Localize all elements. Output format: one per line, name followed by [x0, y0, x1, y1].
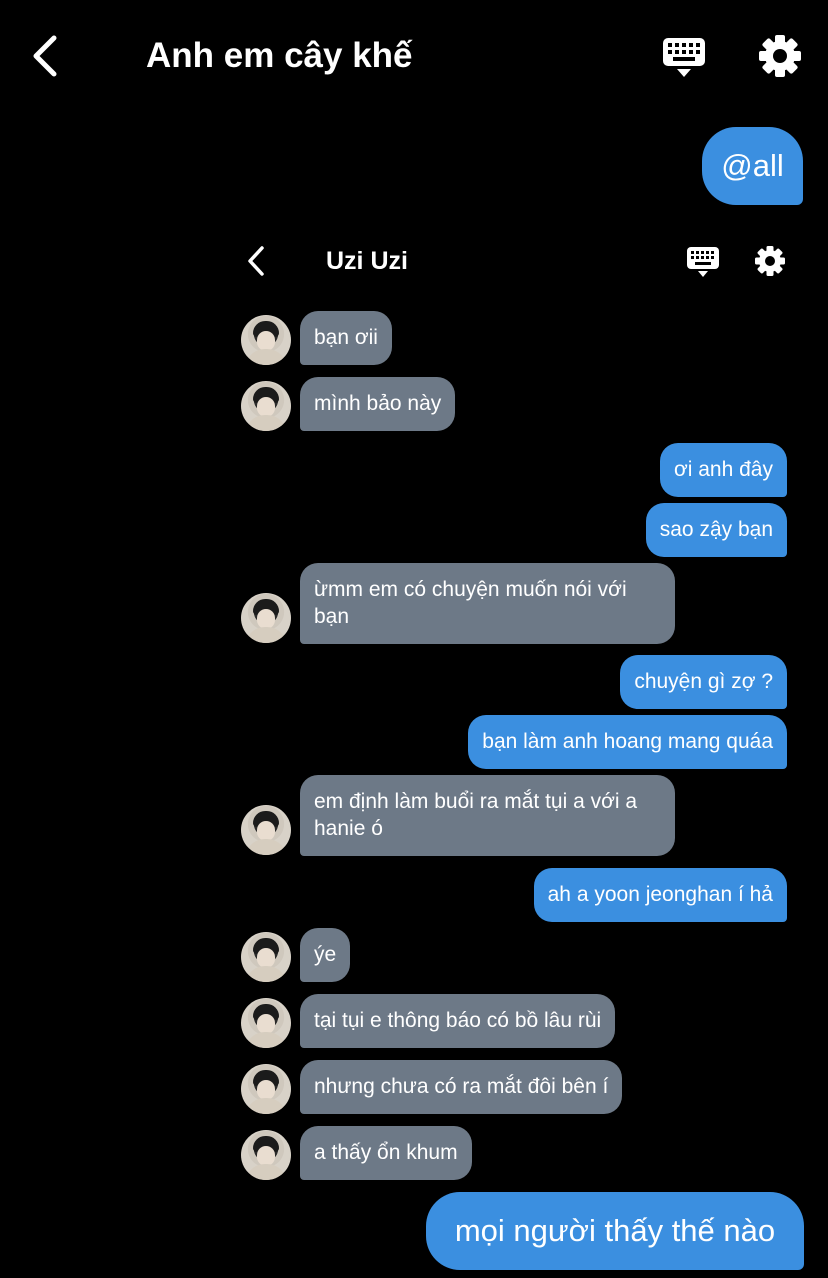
- message-bubble-outgoing: ah a yoon jeonghan í hả: [533, 868, 787, 922]
- message-bubble-outgoing: chuyện gì zợ ?: [620, 655, 787, 709]
- chat-title: Anh em cây khế: [146, 36, 413, 75]
- message-bubble-incoming: mình bảo này: [300, 377, 456, 431]
- gear-icon: [755, 246, 785, 276]
- avatar: [241, 805, 291, 855]
- inner-settings-button[interactable]: [754, 245, 786, 277]
- back-chevron-icon: [248, 246, 264, 276]
- inner-keyboard-button[interactable]: [686, 246, 720, 278]
- message-bubble-incoming: tại tụi e thông báo có bồ lâu rùi: [300, 994, 616, 1048]
- back-button[interactable]: [28, 34, 68, 78]
- message-bubble-outgoing: mọi người thấy thế nào: [426, 1192, 804, 1270]
- message-bubble-incoming: bạn ơii: [300, 311, 392, 365]
- message-bubble-outgoing: bạn làm anh hoang mang quáa: [468, 715, 787, 769]
- message-bubble-outgoing: @all: [702, 127, 803, 205]
- settings-button[interactable]: [758, 34, 802, 78]
- keyboard-button[interactable]: [662, 36, 706, 78]
- message-bubble-incoming: a thấy ổn khum: [300, 1126, 472, 1180]
- avatar: [241, 315, 291, 365]
- avatar: [241, 998, 291, 1048]
- avatar: [241, 381, 291, 431]
- avatar: [241, 1064, 291, 1114]
- message-bubble-outgoing: sao zậy bạn: [645, 503, 787, 557]
- avatar: [241, 593, 291, 643]
- message-bubble-incoming: nhưng chưa có ra mắt đôi bên í: [300, 1060, 623, 1114]
- avatar: [241, 1130, 291, 1180]
- keyboard-icon: [687, 247, 719, 277]
- inner-chat-title: Uzi Uzi: [326, 247, 408, 275]
- message-bubble-incoming: ừmm em có chuyện muốn nói với bạn: [300, 563, 675, 644]
- avatar: [241, 932, 291, 982]
- inner-back-button[interactable]: [244, 244, 270, 278]
- gear-icon: [759, 35, 801, 77]
- message-bubble-incoming: ýe: [300, 928, 351, 982]
- message-bubble-incoming: em định làm buổi ra mắt tụi a với a hani…: [300, 775, 675, 856]
- keyboard-icon: [663, 38, 705, 77]
- message-bubble-outgoing: ơi anh đây: [659, 443, 787, 497]
- back-chevron-icon: [33, 35, 57, 77]
